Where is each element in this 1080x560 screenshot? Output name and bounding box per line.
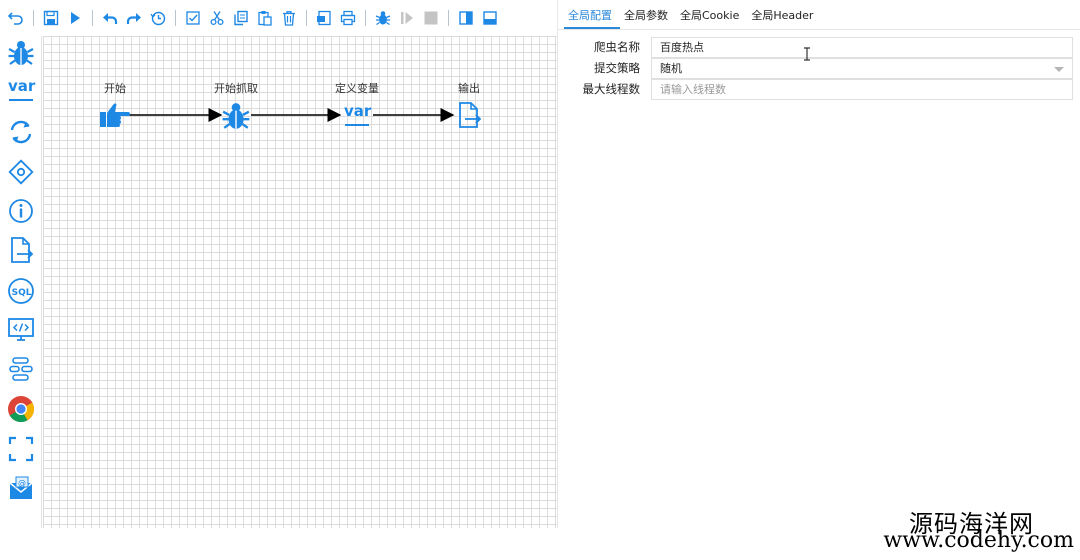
field-label: 最大线程数	[582, 82, 641, 96]
properties-panel: 全局配置 全局参数 全局Cookie 全局Header 爬虫名称 百度热点 提交…	[558, 0, 1080, 528]
spider-icon	[196, 101, 276, 131]
step-icon[interactable]	[397, 8, 417, 28]
form-row-name: 爬虫名称 百度热点	[558, 36, 1073, 58]
toolbar-separator	[33, 10, 34, 26]
chrome-icon[interactable]	[4, 392, 38, 426]
output-icon	[429, 101, 509, 129]
pointing-hand-icon	[75, 101, 155, 129]
cut-icon[interactable]	[207, 8, 227, 28]
code-icon[interactable]	[4, 313, 38, 347]
svg-text:@: @	[18, 479, 26, 488]
svg-text:SQL: SQL	[12, 288, 32, 298]
frame-icon[interactable]	[4, 432, 38, 466]
submit-strategy-select[interactable]: 随机	[651, 57, 1073, 79]
component-palette: var SQL @	[0, 36, 42, 528]
stop-icon[interactable]	[421, 8, 441, 28]
import-icon[interactable]	[314, 8, 334, 28]
select-all-icon[interactable]	[183, 8, 203, 28]
delete-icon[interactable]	[279, 8, 299, 28]
text-cursor-icon	[804, 47, 810, 64]
node-label: 输出	[458, 82, 480, 95]
toolbar-separator	[92, 10, 93, 26]
node-label: 开始	[104, 82, 126, 95]
process-icon[interactable]	[4, 352, 38, 386]
variable-icon: var	[317, 101, 397, 129]
watermark-url: www.codehy.com	[883, 528, 1074, 553]
loop-icon[interactable]	[4, 115, 38, 149]
flow-canvas[interactable]: 开始 开始抓取 定义变量 var 输出	[43, 36, 557, 528]
toolbar-separator	[175, 10, 176, 26]
select-value: 随机	[660, 61, 682, 75]
node-label: 开始抓取	[214, 82, 258, 95]
toolbar-separator	[365, 10, 366, 26]
field-label: 提交策略	[594, 61, 640, 75]
variable-icon-text: var	[344, 102, 372, 120]
undo-arrow-icon[interactable]	[100, 8, 120, 28]
spider-icon[interactable]	[4, 36, 38, 70]
field-label: 爬虫名称	[594, 40, 640, 54]
form-row-threads: 最大线程数 请输入线程数	[558, 78, 1073, 100]
flow-node-start[interactable]: 开始	[75, 81, 155, 129]
run-icon[interactable]	[65, 8, 85, 28]
mail-icon[interactable]: @	[4, 472, 38, 506]
tab-global-header[interactable]: 全局Header	[747, 7, 821, 29]
info-icon[interactable]	[4, 194, 38, 228]
chevron-down-icon	[1054, 66, 1064, 72]
copy-icon[interactable]	[231, 8, 251, 28]
variable-icon[interactable]: var	[4, 73, 38, 107]
toolbar-separator	[306, 10, 307, 26]
output-icon[interactable]	[4, 233, 38, 267]
panel-tabs: 全局配置 全局参数 全局Cookie 全局Header	[558, 0, 1080, 30]
flow-node-output[interactable]: 输出	[429, 81, 509, 129]
max-threads-input[interactable]: 请输入线程数	[651, 78, 1073, 100]
toolbar-separator	[448, 10, 449, 26]
node-label: 定义变量	[335, 82, 379, 95]
condition-icon[interactable]	[4, 155, 38, 189]
variable-icon-text: var	[8, 77, 36, 95]
tab-global-config[interactable]: 全局配置	[564, 7, 620, 29]
toolbar	[0, 0, 558, 36]
tab-global-cookie[interactable]: 全局Cookie	[676, 7, 747, 29]
spider-name-input[interactable]: 百度热点	[651, 36, 1073, 58]
print-icon[interactable]	[338, 8, 358, 28]
form-row-strategy: 提交策略 随机	[558, 57, 1073, 79]
tab-global-params[interactable]: 全局参数	[620, 7, 676, 29]
flow-node-variable[interactable]: 定义变量 var	[317, 81, 397, 129]
history-icon[interactable]	[148, 8, 168, 28]
redo-arrow-icon[interactable]	[124, 8, 144, 28]
layout-left-icon[interactable]	[456, 8, 476, 28]
debug-icon[interactable]	[373, 8, 393, 28]
layout-bottom-icon[interactable]	[480, 8, 500, 28]
sql-icon[interactable]: SQL	[4, 274, 38, 308]
paste-icon[interactable]	[255, 8, 275, 28]
undo-icon[interactable]	[6, 8, 26, 28]
flow-node-crawl[interactable]: 开始抓取	[196, 81, 276, 131]
save-icon[interactable]	[41, 8, 61, 28]
